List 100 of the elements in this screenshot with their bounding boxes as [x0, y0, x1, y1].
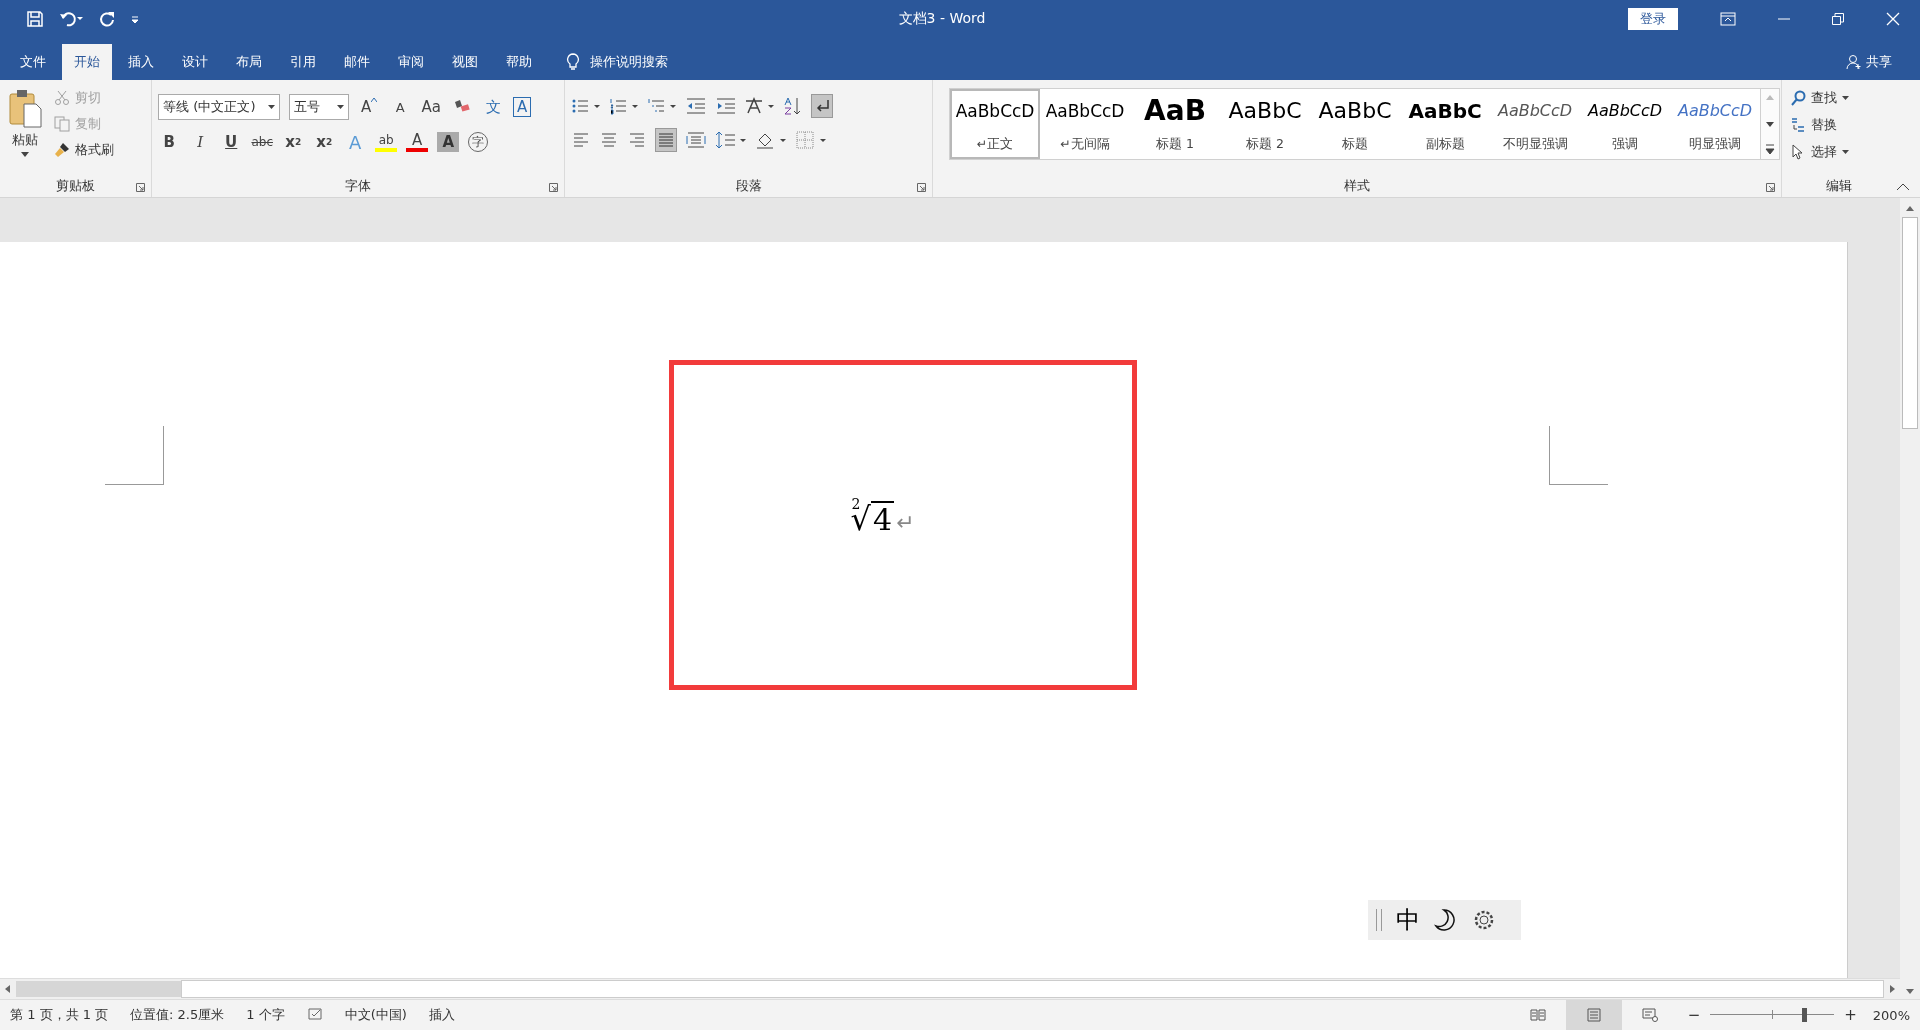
justify-button[interactable] — [655, 128, 678, 152]
line-spacing-icon[interactable] — [715, 130, 748, 150]
bold-button[interactable]: B — [158, 130, 181, 154]
margin-corner-mark — [105, 426, 164, 485]
ribbon-tab[interactable]: 布局 — [224, 44, 274, 80]
group-label: 样式 — [1344, 177, 1371, 195]
phonetic-guide-button[interactable]: 文 — [482, 95, 505, 119]
font-size-dropdown[interactable]: 五号 — [289, 94, 350, 120]
redo-icon[interactable] — [98, 10, 116, 28]
scrollbar-thumb[interactable] — [16, 981, 181, 997]
insert-mode-indicator[interactable]: 插入 — [428, 1006, 455, 1024]
search-icon — [1790, 90, 1807, 106]
status-text[interactable]: 第 1 页，共 1 页 — [10, 1006, 109, 1024]
dialog-launcher-icon[interactable] — [549, 183, 559, 192]
dialog-launcher-icon[interactable] — [1766, 183, 1776, 192]
bullets-icon[interactable] — [571, 97, 602, 115]
font-color-button[interactable]: A — [406, 132, 429, 152]
dialog-launcher-icon[interactable] — [917, 183, 927, 192]
strikethrough-button[interactable]: abc — [251, 130, 274, 154]
collapse-ribbon-icon[interactable] — [1896, 183, 1910, 191]
replace-button[interactable]: 替换 — [1788, 115, 1890, 135]
scrollbar-thumb[interactable] — [1902, 217, 1918, 429]
ribbon-tab[interactable]: 审阅 — [386, 44, 436, 80]
group-label: 编辑 — [1826, 177, 1852, 195]
group-label: 字体 — [345, 177, 372, 195]
vertical-scrollbar[interactable] — [1900, 198, 1920, 999]
text-direction-icon[interactable] — [745, 97, 776, 115]
language-indicator[interactable]: 中文(中国) — [344, 1006, 407, 1024]
ribbon-tab[interactable]: 邮件 — [332, 44, 382, 80]
style-item[interactable]: AaBbCcD 强调 — [1580, 89, 1671, 159]
undo-icon[interactable] — [58, 10, 84, 28]
ribbon-tab[interactable]: 插入 — [116, 44, 166, 80]
share-button[interactable]: 共享 — [1846, 44, 1920, 80]
style-item[interactable]: AaBbC 副标题 — [1400, 89, 1491, 159]
select-button[interactable]: 选择 — [1788, 142, 1890, 162]
replace-icon — [1790, 117, 1807, 133]
caret-icon — [1842, 150, 1850, 154]
style-item[interactable]: AaBbCcD 不明显强调 — [1490, 89, 1581, 159]
shrink-font-button[interactable]: A — [389, 95, 412, 119]
window-title: 文档3 - Word — [897, 10, 987, 28]
caret-icon — [268, 105, 276, 109]
zoom-level[interactable]: 200% — [1872, 1007, 1910, 1023]
proofing-icon[interactable] — [306, 1007, 325, 1023]
format-painter-button[interactable]: 格式刷 — [52, 140, 116, 160]
ribbon-tab[interactable]: 文件 — [8, 44, 58, 80]
decrease-indent-icon[interactable] — [685, 97, 708, 115]
increase-indent-icon[interactable] — [715, 97, 738, 115]
show-marks-button[interactable] — [811, 94, 834, 118]
grow-font-button[interactable]: A — [358, 95, 381, 119]
numbering-icon[interactable] — [609, 97, 640, 115]
ribbon-tab[interactable]: 帮助 — [494, 44, 544, 80]
status-text[interactable]: 1 个字 — [246, 1006, 285, 1024]
ribbon-tab[interactable]: 设计 — [170, 44, 220, 80]
style-item[interactable]: AaBbC 标题 2 — [1220, 89, 1311, 159]
italic-button[interactable]: I — [189, 130, 212, 154]
login-button[interactable]: 登录 — [1628, 8, 1678, 30]
paragraph-mark-icon — [814, 98, 831, 114]
character-shading-button[interactable]: A — [437, 132, 460, 152]
ribbon-tab[interactable]: 开始 — [62, 44, 112, 80]
ribbon-tab[interactable]: 视图 — [440, 44, 490, 80]
character-border-button[interactable]: A — [513, 97, 532, 117]
zoom-in-button[interactable]: + — [1834, 1006, 1867, 1024]
multilevel-list-icon[interactable] — [647, 97, 678, 115]
font-name-dropdown[interactable]: 等线 (中文正文) — [158, 94, 281, 120]
tell-me-search[interactable]: 操作说明搜索 — [566, 44, 668, 80]
superscript-button[interactable]: x$^{2}$ — [313, 130, 336, 154]
moon-icon[interactable] — [1434, 908, 1458, 932]
style-item[interactable]: AaBbCcD ↵正文 — [950, 89, 1041, 159]
margin-corner-mark — [1549, 426, 1608, 485]
find-button[interactable]: 查找 — [1788, 88, 1890, 108]
zoom-slider-thumb[interactable] — [1802, 1008, 1808, 1022]
style-item[interactable]: AaBbCcD ↵无间隔 — [1040, 89, 1131, 159]
eraser-icon — [453, 99, 472, 115]
style-item[interactable]: AaBbC 标题 — [1310, 89, 1401, 159]
copy-icon — [54, 116, 70, 132]
restore-icon[interactable] — [1832, 13, 1844, 25]
style-item[interactable]: AaBbCcD 明显强调 — [1670, 89, 1761, 159]
caret-icon — [1842, 96, 1850, 100]
change-case-button[interactable]: Aa — [420, 95, 443, 119]
book-icon — [1529, 1008, 1546, 1022]
paintbrush-icon — [54, 142, 70, 158]
ribbon-tab[interactable]: 引用 — [278, 44, 328, 80]
underline-button[interactable]: U — [220, 130, 243, 154]
paste-button[interactable]: 粘贴 — [6, 84, 44, 175]
status-text[interactable]: 位置值: 2.5厘米 — [130, 1006, 225, 1024]
page-icon — [1585, 1008, 1602, 1022]
dialog-launcher-icon[interactable] — [136, 183, 146, 192]
customize-icon[interactable] — [130, 13, 140, 25]
save-icon[interactable] — [26, 10, 44, 28]
zoom-slider[interactable] — [1710, 1005, 1835, 1025]
gear-icon[interactable] — [1472, 908, 1496, 932]
input-mode-toggle[interactable]: 中 — [1396, 904, 1420, 936]
web-page-icon — [1641, 1008, 1658, 1022]
ribbon-display-icon[interactable] — [1720, 12, 1736, 26]
zoom-out-button[interactable]: − — [1677, 1006, 1711, 1024]
horizontal-scrollbar[interactable] — [0, 978, 1900, 999]
highlight-button[interactable]: ab — [375, 132, 398, 152]
close-icon[interactable] — [1886, 12, 1900, 26]
justify-icon — [658, 132, 675, 148]
style-item[interactable]: AaB 标题 1 — [1130, 89, 1221, 159]
